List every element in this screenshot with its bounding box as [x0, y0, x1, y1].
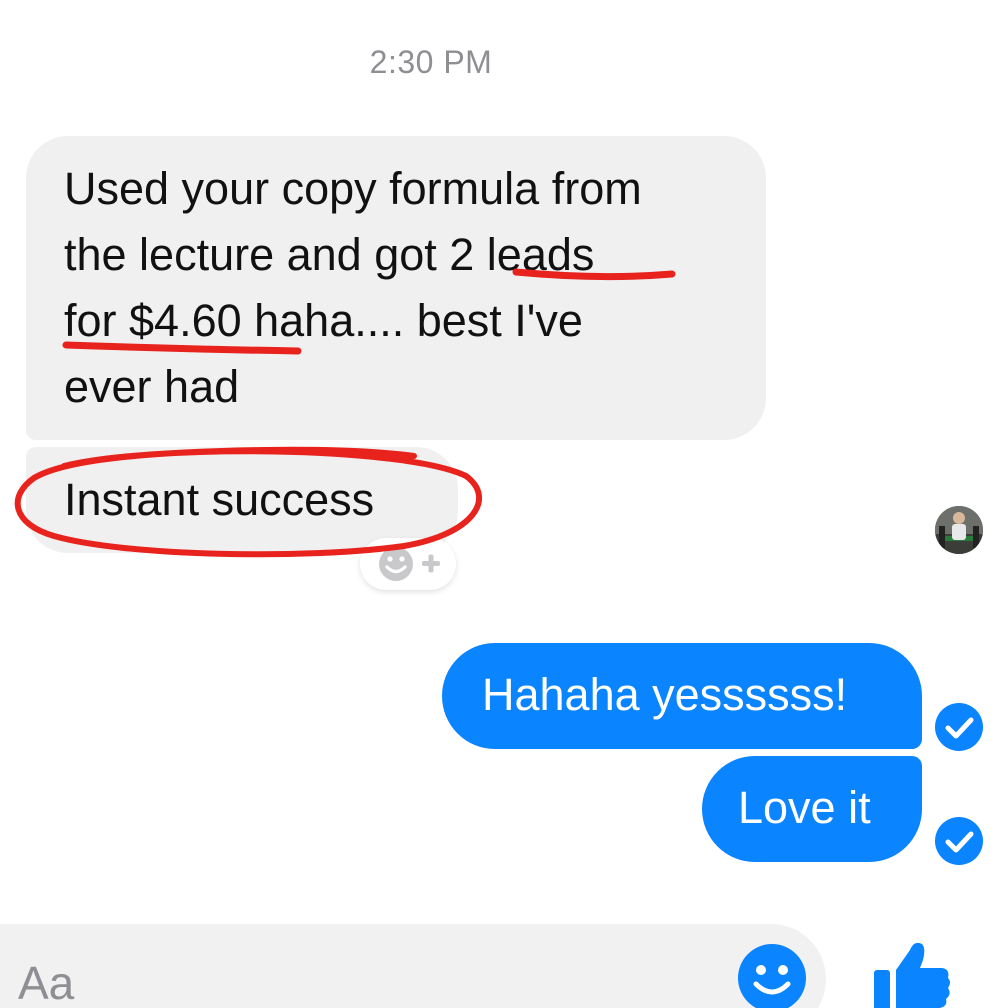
message-text: Hahaha yessssss! [482, 669, 848, 720]
message-text: Instant success [64, 474, 375, 525]
thumbs-up-icon [874, 942, 950, 1008]
smiley-icon [738, 944, 806, 1008]
message-line: Used your copy formula from [64, 163, 642, 214]
add-reaction-button[interactable] [360, 538, 456, 590]
outgoing-message-bubble[interactable]: Hahaha yessssss! [442, 643, 922, 749]
chat-screen: 2:30 PM Used your copy formula from the … [0, 0, 995, 1008]
message-composer [0, 924, 826, 1008]
message-input[interactable] [18, 956, 618, 1008]
message-timestamp: 2:30 PM [369, 44, 493, 80]
like-button[interactable] [868, 936, 958, 1008]
add-reaction-icon [379, 547, 440, 581]
contact-avatar[interactable] [935, 506, 983, 554]
message-line: ever had [64, 361, 240, 412]
check-circle-icon [935, 703, 983, 751]
avatar-image [935, 506, 983, 554]
outgoing-message-bubble[interactable]: Love it [702, 756, 922, 862]
message-line: the lecture and got 2 leads [64, 229, 595, 280]
message-text: Love it [738, 782, 871, 833]
message-line: for $4.60 haha.... best I've [64, 295, 583, 346]
incoming-message-bubble[interactable]: Used your copy formula from the lecture … [26, 136, 766, 440]
emoji-button[interactable] [736, 942, 808, 1008]
check-circle-icon [935, 817, 983, 865]
